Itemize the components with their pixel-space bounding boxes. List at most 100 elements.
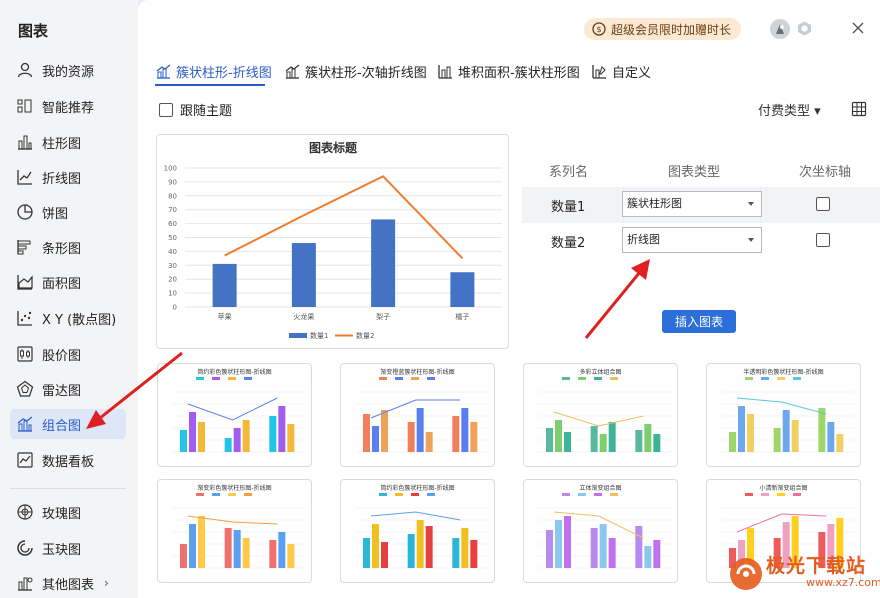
follow-theme-checkbox[interactable]: 跟随主题 (159, 100, 232, 119)
grid-view-icon[interactable] (851, 101, 867, 117)
x-tick-label: 火龙果 (293, 312, 314, 321)
sidebar-item[interactable]: 条形图 (10, 232, 126, 262)
avatar-image-icon (770, 19, 790, 39)
secondary-axis-checkbox[interactable] (816, 233, 830, 247)
series-name: 数量1 (551, 200, 586, 215)
tab-label: 簇状柱形-折线图 (176, 65, 272, 81)
template-title: 多彩立体组合图 (579, 369, 622, 376)
template-preview-chart (355, 493, 489, 569)
tab-stacked-area-clustered-column[interactable]: 堆积面积-簇状柱形图 (437, 60, 580, 82)
chart-type-value: 折线图 (627, 233, 660, 246)
dashboard-icon (17, 452, 33, 468)
template-title: 简约彩色簇状柱形图-折线图 (380, 485, 455, 492)
template-thumbnail[interactable]: 多彩立体组合图 (523, 363, 678, 467)
combo-chart-icon (285, 64, 300, 79)
chart-preview: 图表标题 0 10 20 30 40 50 60 70 80 90 100 苹果 火龙果 梨子 橘子 数量1 数量… (156, 134, 509, 349)
template-preview-chart (355, 377, 489, 453)
chart-type-select[interactable]: 簇状柱形图 (622, 191, 762, 217)
template-thumbnail[interactable]: 渐变橙蓝簇状柱形图-折线图 (340, 363, 495, 467)
x-tick-label: 梨子 (376, 312, 390, 321)
sidebar-item[interactable]: 我的资源 (10, 55, 126, 85)
sidebar-item[interactable]: 组合图 (10, 409, 126, 439)
area-column-chart-icon (438, 64, 452, 79)
sidebar-item[interactable]: 饼图 (10, 197, 126, 227)
rose-chart-icon (17, 504, 33, 520)
y-tick-label: 80 (168, 192, 177, 200)
legend-swatch (289, 333, 307, 338)
template-thumbnail[interactable]: 渐变彩色簇状柱形图-折线图 (157, 479, 312, 583)
sidebar-item[interactable]: 折线图 (10, 162, 126, 192)
sidebar-item[interactable]: 数据看板 (10, 445, 126, 475)
template-preview-chart (172, 493, 306, 569)
avatar[interactable] (770, 19, 790, 39)
sidebar-item[interactable]: 玉玦图 (10, 533, 126, 563)
watermark-url: www.xz7.com (806, 576, 880, 589)
sidebar-item[interactable]: 智能推荐 (10, 91, 126, 121)
area-chart-icon (17, 275, 33, 290)
sidebar-item[interactable]: X Y (散点图) (10, 303, 126, 333)
sidebar-item-label: 组合图 (42, 418, 82, 434)
custom-chart-icon (592, 64, 606, 79)
series-row: 数量1 簇状柱形图 (522, 187, 880, 223)
sidebar-item-label: 其他图表 (42, 577, 95, 593)
y-tick-label: 70 (168, 206, 177, 214)
sidebar-item[interactable]: 股价图 (10, 339, 126, 369)
sidebar-item-label: 智能推荐 (42, 100, 95, 116)
pay-type-dropdown[interactable]: 付费类型 ▾ (758, 100, 821, 119)
insert-chart-button[interactable]: 插入图表 (662, 310, 736, 333)
y-tick-label: 30 (168, 262, 177, 270)
template-title: 立体渐变组合图 (579, 485, 622, 492)
other-charts-icon (18, 577, 33, 591)
column-chart-icon (18, 135, 32, 150)
close-icon[interactable] (851, 21, 865, 35)
sidebar-title: 图表 (18, 22, 49, 40)
sidebar-item[interactable]: 其他图表 › (10, 568, 126, 598)
tab-custom[interactable]: 自定义 (591, 60, 651, 82)
combo-chart-icon (156, 64, 171, 79)
template-title: 渐变彩色簇状柱形图-折线图 (197, 485, 272, 492)
template-thumbnail[interactable]: 半透明彩色簇状柱形图-折线图 (706, 363, 861, 467)
legend-label: 数量2 (356, 331, 374, 340)
sidebar-item-label: 雷达图 (42, 383, 82, 399)
sidebar-item[interactable]: 雷达图 (10, 374, 126, 404)
sidebar-item[interactable]: 面积图 (10, 267, 126, 297)
tab-clustered-column-secondary-line[interactable]: 簇状柱形-次轴折线图 (284, 60, 427, 82)
vip-promo-badge[interactable]: $ 超级会员限时加赠时长 (584, 18, 742, 40)
member-badge-icon[interactable] (797, 21, 812, 36)
sidebar-item-label: 股价图 (42, 348, 82, 364)
chart-type-select[interactable]: 折线图 (622, 227, 762, 253)
sidebar-item-label: 条形图 (42, 241, 82, 257)
tab-clustered-column-line[interactable]: 簇状柱形-折线图 (155, 60, 272, 82)
combo-chart: 图表标题 0 10 20 30 40 50 60 70 80 90 100 苹果 火龙果 梨子 橘子数量1 数量… (164, 140, 502, 340)
sidebar-item-label: 面积图 (42, 276, 82, 292)
y-tick-label: 100 (164, 165, 177, 173)
series-name: 数量2 (551, 236, 586, 251)
y-tick-label: 90 (168, 178, 177, 186)
jade-ring-chart-icon (17, 540, 33, 556)
chevron-down-icon (748, 202, 754, 206)
chart-type-value: 簇状柱形图 (627, 197, 682, 210)
sidebar-item-label: 数据看板 (42, 454, 95, 470)
bar-chart-icon (17, 240, 31, 255)
legend-label: 数量1 (310, 331, 328, 340)
bar (291, 243, 316, 307)
template-thumbnail[interactable]: 立体渐变组合图 (523, 479, 678, 583)
radar-chart-icon (16, 380, 34, 397)
template-thumbnail[interactable]: 简约彩色簇状柱形图-折线图 (340, 479, 495, 583)
y-tick-label: 60 (168, 220, 177, 228)
secondary-axis-checkbox[interactable] (816, 197, 830, 211)
svg-text:$: $ (596, 25, 601, 34)
tab-label: 簇状柱形-次轴折线图 (305, 65, 427, 81)
checkbox-box[interactable] (159, 102, 173, 117)
template-thumbnail[interactable]: 简约彩色簇状柱形图-折线图 (157, 363, 312, 467)
template-title: 简约彩色簇状柱形图-折线图 (197, 369, 272, 376)
chart-title: 图表标题 (309, 140, 358, 155)
combo-chart-icon (17, 416, 33, 432)
bar (371, 219, 396, 307)
tab-label: 自定义 (612, 65, 652, 81)
sidebar-item[interactable]: 柱形图 (10, 127, 126, 157)
coin-icon: $ (592, 22, 606, 36)
template-preview-chart (538, 377, 672, 453)
sidebar-item[interactable]: 玫瑰图 (10, 497, 126, 527)
sidebar-item-label: 我的资源 (42, 64, 95, 80)
